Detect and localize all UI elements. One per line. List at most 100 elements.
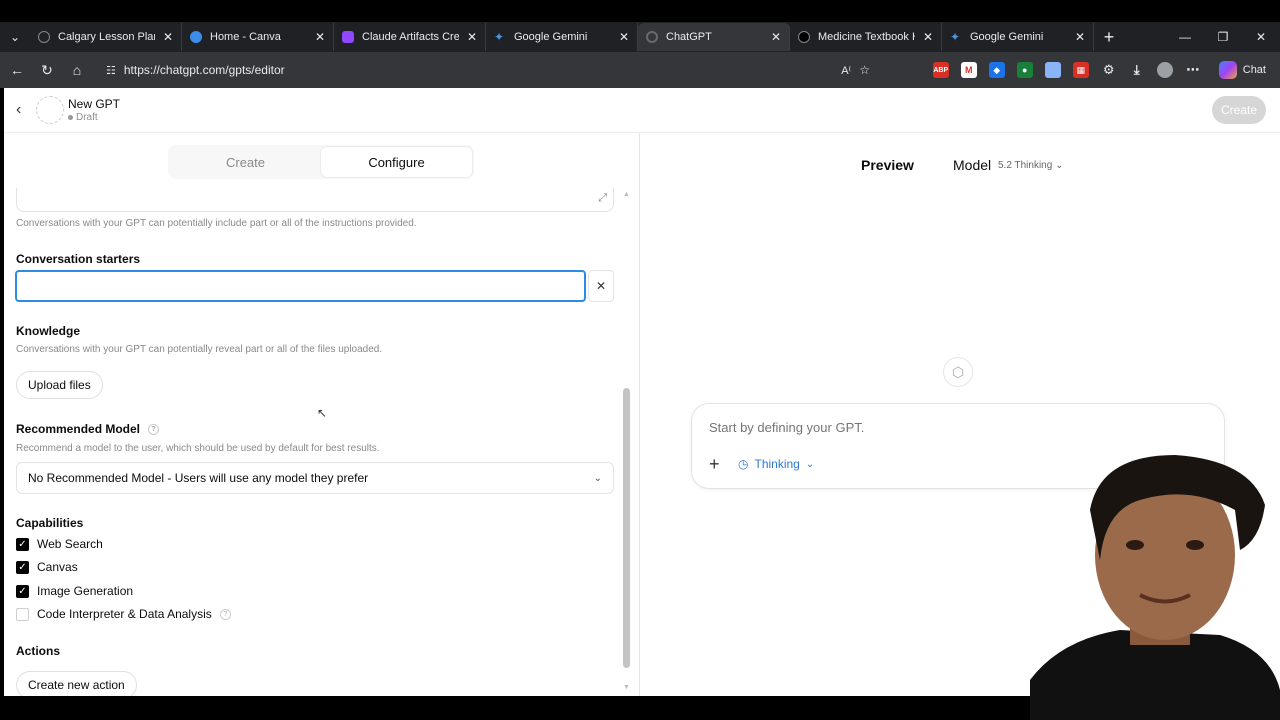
help-icon[interactable]: ? [148,424,160,436]
window-controls: — ❐ ✕ [1166,30,1280,44]
tab-title: Medicine Textbook Han [818,31,915,43]
capability-web-search[interactable]: ✓ Web Search [16,537,103,551]
profile-avatar-icon[interactable] [1156,62,1173,78]
tab-close-icon[interactable]: ✕ [163,30,173,44]
plus-icon[interactable]: + [709,454,720,475]
conversation-starters-label: Conversation starters [16,252,141,266]
tab-title: ChatGPT [666,31,712,43]
chevron-down-icon: ⌄ [593,472,602,484]
shield-icon [342,31,354,43]
capability-canvas[interactable]: ✓ Canvas [16,560,78,574]
checkbox-checked-icon[interactable]: ✓ [16,560,29,574]
recommended-model-label: Recommended Model? [16,422,160,436]
gpt-name: New GPT [68,97,121,111]
tab-close-icon[interactable]: ✕ [771,30,781,44]
preview-title: Preview [861,157,914,173]
calendar-icon[interactable]: ▦ [1072,62,1089,78]
upload-files-button[interactable]: Upload files [16,371,103,399]
openai-icon [798,31,810,43]
actions-label: Actions [16,644,61,658]
extensions-puzzle-icon[interactable]: ⚙ [1101,62,1117,78]
recommended-model-note: Recommend a model to the user, which sho… [16,443,380,454]
scroll-up-arrow-icon[interactable]: ▲ [623,191,630,198]
checkbox-checked-icon[interactable]: ✓ [16,584,29,598]
new-tab-plus-icon[interactable]: + [1094,27,1124,48]
instructions-textarea[interactable]: ⤢ [16,188,614,212]
browser-tab[interactable]: Home - Canva ✕ [182,23,334,51]
site-info-icon[interactable]: ☷ [106,64,116,77]
create-new-action-button[interactable]: Create new action [16,671,137,696]
scrollbar-thumb[interactable] [623,388,630,668]
tab-create[interactable]: Create [170,147,321,177]
minimize-icon[interactable]: — [1166,30,1204,44]
tab-list-chevron-icon[interactable]: ⌄ [0,22,30,52]
adblock-icon[interactable]: ABP [932,62,949,78]
checkbox-unchecked-icon[interactable] [16,607,29,621]
copilot-icon [1218,61,1237,79]
chevron-down-icon: ⌄ [1055,160,1064,171]
webcam-overlay [990,450,1280,720]
editor-tabs: Create Configure [168,145,474,179]
expand-icon[interactable]: ⤢ [598,192,607,205]
chatgpt-icon [646,31,658,43]
document-icon[interactable] [1044,62,1061,78]
browser-tab[interactable]: ✦ Google Gemini ✕ [486,23,638,51]
extension-blue-icon[interactable]: ◆ [988,62,1005,78]
status-dot-icon [68,115,73,120]
capability-image-generation[interactable]: ✓ Image Generation [16,584,133,598]
tab-configure[interactable]: Configure [321,147,472,177]
address-bar[interactable]: ☷ https://chatgpt.com/gpts/editor A⁽ ☆ [98,57,878,83]
browser-tab[interactable]: Claude Artifacts Creatio ✕ [334,23,486,51]
favorite-star-icon[interactable]: ☆ [859,63,870,77]
checkbox-checked-icon[interactable]: ✓ [16,537,29,551]
top-black-bar [0,0,1280,22]
scroll-down-arrow-icon[interactable]: ▼ [623,684,630,691]
composer-input[interactable] [709,420,1189,435]
maximize-icon[interactable]: ❐ [1204,30,1242,44]
model-selector[interactable]: Model [953,157,991,173]
gpt-avatar[interactable] [36,96,64,124]
tab-close-icon[interactable]: ✕ [467,30,477,44]
conversation-starter-input[interactable] [15,270,586,302]
back-chevron-icon[interactable]: ‹ [16,101,21,119]
tab-close-icon[interactable]: ✕ [315,30,325,44]
tab-close-icon[interactable]: ✕ [923,30,933,44]
gmail-icon[interactable]: M [960,62,977,78]
tab-title: Google Gemini [970,31,1044,43]
more-menu-icon[interactable]: ⋯ [1185,62,1201,78]
model-version[interactable]: 5.2 Thinking ⌄ [998,160,1063,171]
create-gpt-button[interactable]: Create [1212,96,1266,124]
tab-title: Home - Canva [210,31,281,43]
extension-green-icon[interactable]: ● [1016,62,1033,78]
browser-tab[interactable]: ✦ Google Gemini ✕ [942,23,1094,51]
remove-starter-close-icon[interactable]: ✕ [588,270,614,302]
instructions-note: Conversations with your GPT can potentia… [16,218,417,229]
tab-close-icon[interactable]: ✕ [1075,30,1085,44]
close-window-icon[interactable]: ✕ [1242,30,1280,44]
download-icon[interactable]: ⤓ [1129,62,1145,78]
browser-toolbar: ← ↻ ⌂ ☷ https://chatgpt.com/gpts/editor … [0,52,1280,88]
copilot-chat-button[interactable]: Chat [1213,61,1272,79]
presenter-video-image [1030,455,1280,720]
tab-close-icon[interactable]: ✕ [619,30,629,44]
tab-title: Claude Artifacts Creatio [362,31,459,43]
browser-tabstrip: ⌄ Calgary Lesson Plan - N ✕ Home - Canva… [0,22,1280,52]
url-text: https://chatgpt.com/gpts/editor [123,63,285,77]
browser-tab[interactable]: Calgary Lesson Plan - N ✕ [30,23,182,51]
tab-title: Calgary Lesson Plan - N [58,31,155,43]
home-icon[interactable]: ⌂ [68,62,86,78]
capabilities-label: Capabilities [16,516,84,530]
mouse-cursor-icon: ↖ [317,406,328,420]
back-arrow-icon[interactable]: ← [8,62,26,78]
thinking-mode-button[interactable]: ◷ Thinking ⌄ [738,457,814,471]
browser-tab-active[interactable]: ChatGPT ✕ [638,23,790,51]
help-icon[interactable]: ? [219,608,231,620]
reload-icon[interactable]: ↻ [38,62,56,79]
browser-tab[interactable]: Medicine Textbook Han ✕ [790,23,942,51]
canva-icon [190,31,202,43]
read-aloud-icon[interactable]: A⁽ [841,64,851,77]
circle-icon [38,31,50,43]
extensions-row: ABP M ◆ ● ▦ ⚙ ⤓ ⋯ Chat [932,61,1272,79]
capability-code-interpreter[interactable]: Code Interpreter & Data Analysis ? [16,607,231,621]
recommended-model-select[interactable]: No Recommended Model - Users will use an… [16,462,614,494]
